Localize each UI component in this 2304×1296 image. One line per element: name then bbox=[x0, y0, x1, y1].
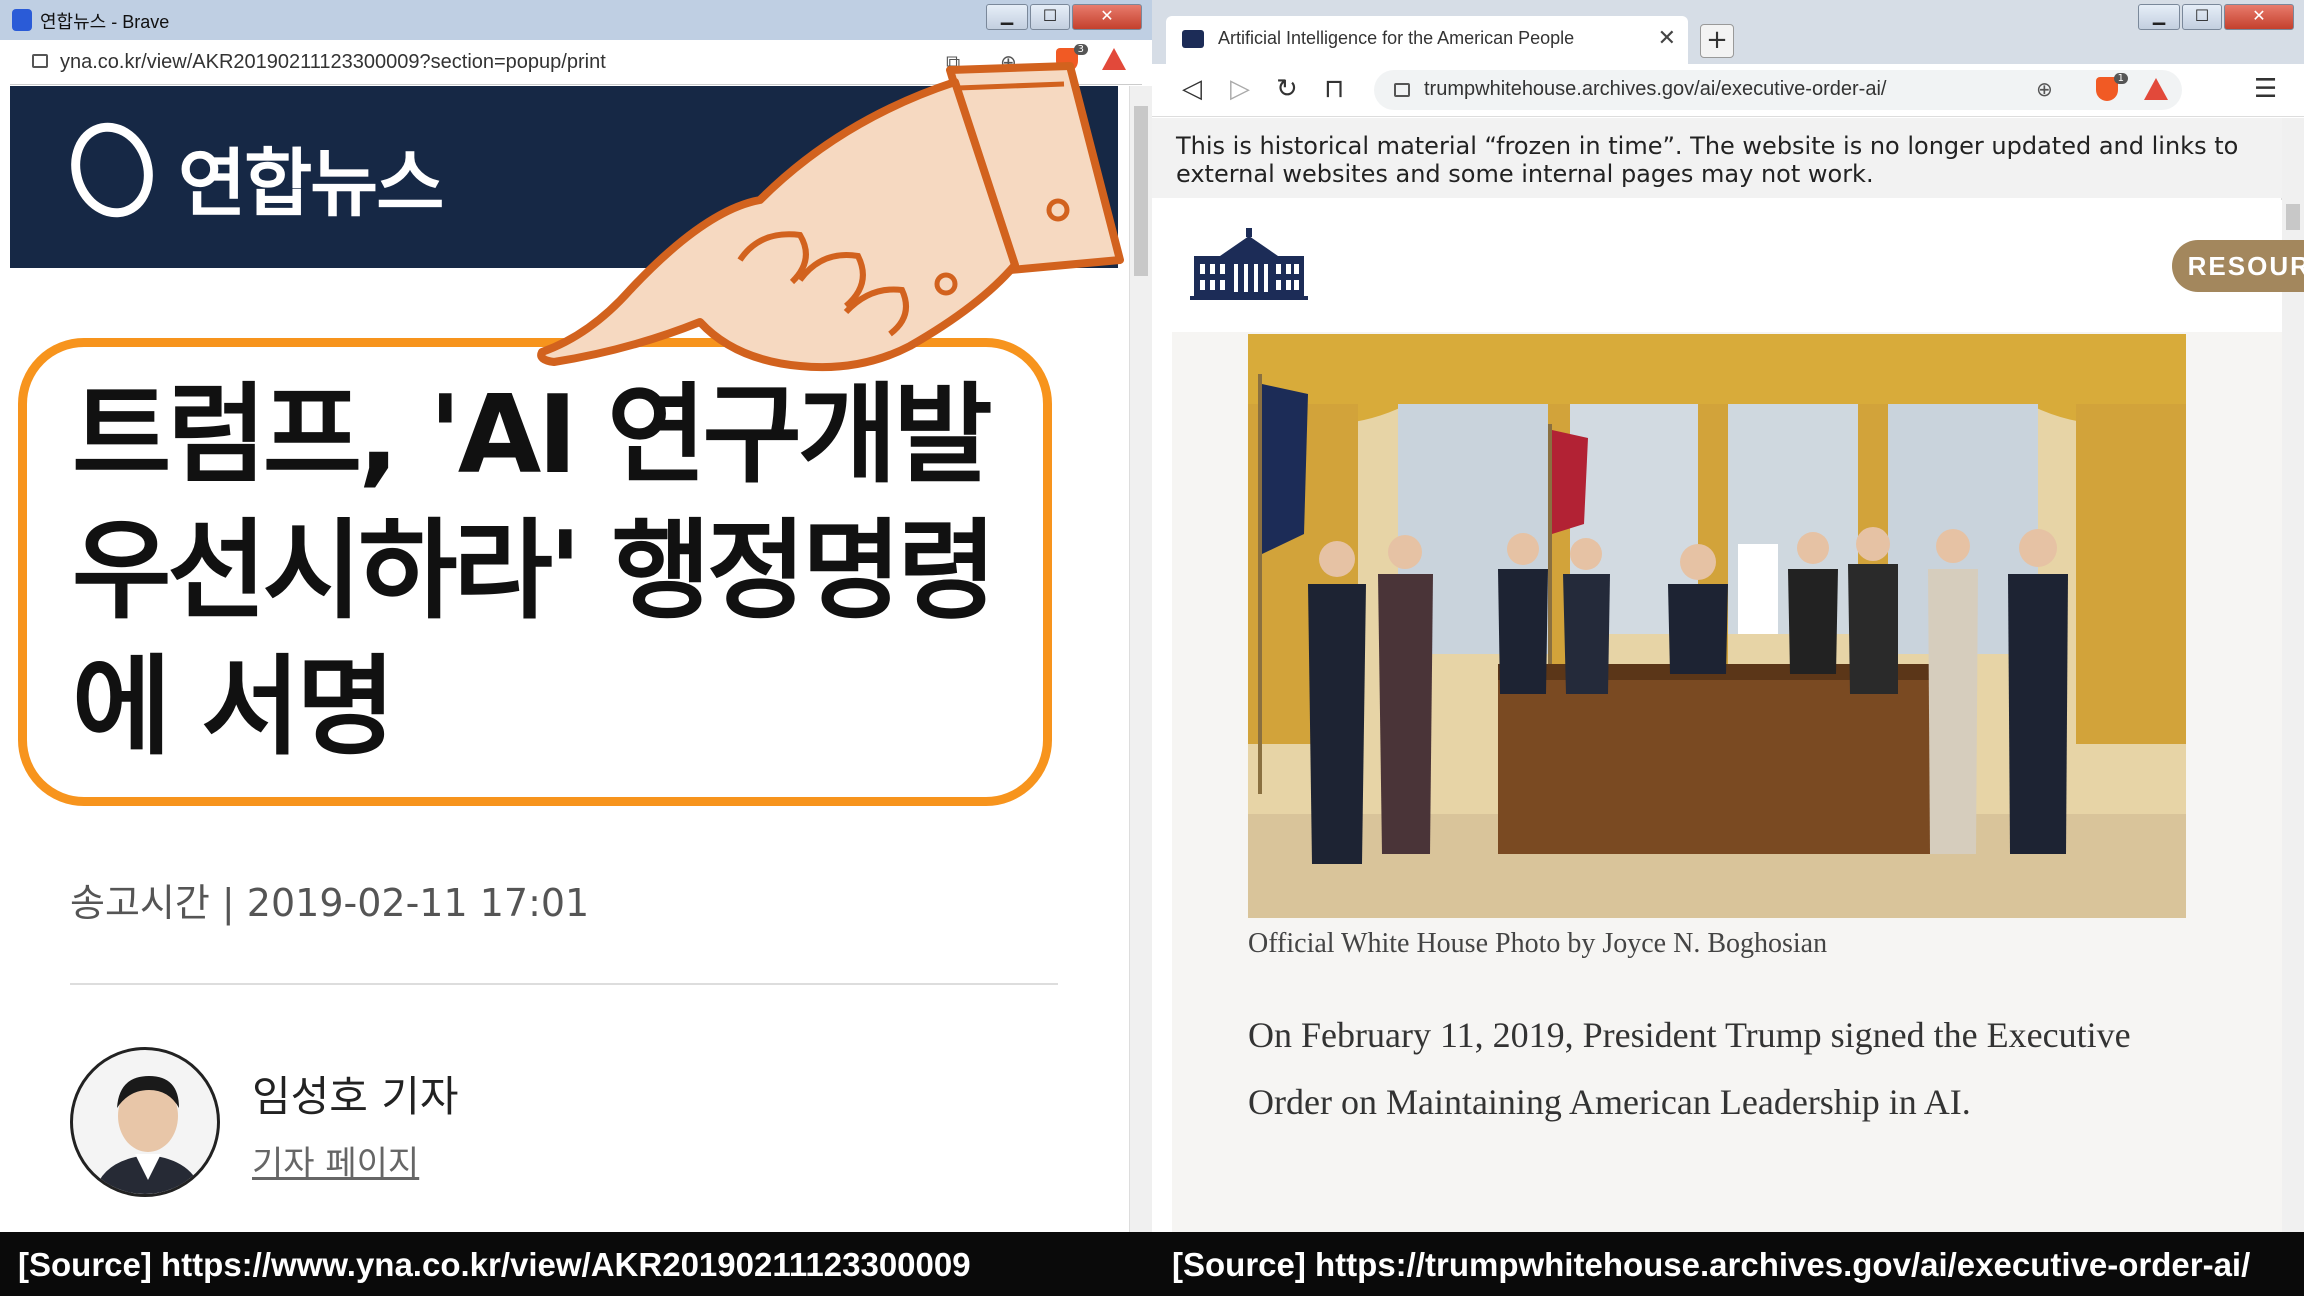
divider bbox=[70, 983, 1058, 985]
photo-caption: Official White House Photo by Joyce N. B… bbox=[1248, 928, 1828, 959]
yonhap-logo-text: 연합뉴스 bbox=[178, 141, 444, 227]
menu-icon[interactable]: ☰ bbox=[2254, 74, 2277, 104]
forward-icon[interactable]: ▷ bbox=[1230, 74, 1250, 104]
reload-icon[interactable]: ↻ bbox=[1276, 74, 1298, 104]
right-source-caption: [Source] https://trumpwhitehouse.archive… bbox=[1172, 1246, 2251, 1283]
left-source-caption: [Source] https://www.yna.co.kr/view/AKR2… bbox=[18, 1246, 971, 1283]
shield-count-badge: 3 bbox=[1073, 44, 1088, 55]
tab-close-icon[interactable]: ✕ bbox=[1658, 26, 1676, 51]
left-browser-window: 연합뉴스 - Brave ▁ ☐ ✕ yna.co.kr/view/AKR201… bbox=[0, 0, 1152, 1232]
left-titlebar: 연합뉴스 - Brave ▁ ☐ ✕ bbox=[0, 0, 1152, 40]
active-tab[interactable]: Artificial Intelligence for the American… bbox=[1166, 16, 1688, 64]
whitehouse-header: RESOURCES 🔗︎ bbox=[1172, 200, 2304, 333]
zoom-icon[interactable]: ⊕ bbox=[2036, 77, 2053, 101]
yonhap-logo-icon bbox=[59, 111, 165, 229]
whitehouse-favicon bbox=[1182, 30, 1204, 48]
resources-button[interactable]: RESOURCES bbox=[2172, 240, 2304, 292]
right-scroll-thumb[interactable] bbox=[2286, 204, 2300, 230]
pointing-hand-icon bbox=[537, 62, 1124, 372]
article-headline: 트럼프, 'AI 연구개발 우선시하라' 행정명령에 서명 bbox=[72, 373, 997, 770]
right-navbar: ◁ ▷ ↻ ⊓ trumpwhitehouse.archives.gov/ai/… bbox=[1152, 64, 2304, 117]
reporter-page-link[interactable]: 기자 페이지 bbox=[252, 1136, 419, 1185]
lock-icon bbox=[32, 54, 48, 68]
right-url-text[interactable]: trumpwhitehouse.archives.gov/ai/executiv… bbox=[1424, 78, 1886, 101]
reporter-name: 임성호 기자 bbox=[252, 1072, 459, 1121]
minimize-button[interactable]: ▁ bbox=[2138, 4, 2180, 30]
archive-notice-banner: This is historical material “frozen in t… bbox=[1152, 118, 2282, 198]
minimize-button[interactable]: ▁ bbox=[986, 4, 1028, 30]
article-body: On February 11, 2019, President Trump si… bbox=[1248, 1015, 2131, 1122]
left-scroll-thumb[interactable] bbox=[1134, 106, 1148, 276]
publish-time: 송고시간 | 2019-02-11 17:01 bbox=[70, 881, 590, 925]
new-tab-button[interactable]: + bbox=[1700, 24, 1734, 58]
right-browser-window: Artificial Intelligence for the American… bbox=[1152, 0, 2304, 1232]
article-content: Official White House Photo by Joyce N. B… bbox=[1172, 332, 2282, 1232]
right-tabstrip: Artificial Intelligence for the American… bbox=[1152, 0, 2304, 64]
left-scrollbar[interactable] bbox=[1129, 86, 1152, 1232]
brave-shield-icon[interactable]: 1 bbox=[2096, 73, 2128, 101]
tab-title: Artificial Intelligence for the American… bbox=[1218, 28, 1575, 48]
brave-rewards-icon[interactable] bbox=[2144, 78, 2168, 100]
oval-office-photo bbox=[1248, 334, 2186, 918]
whitehouse-logo-icon bbox=[1190, 228, 1308, 300]
maximize-button[interactable]: ☐ bbox=[2182, 4, 2222, 30]
back-icon[interactable]: ◁ bbox=[1182, 74, 1202, 104]
maximize-button[interactable]: ☐ bbox=[1030, 4, 1070, 30]
close-button[interactable]: ✕ bbox=[2224, 4, 2294, 30]
left-window-title: 연합뉴스 - Brave bbox=[40, 12, 170, 32]
lock-icon bbox=[1394, 83, 1410, 97]
bookmark-icon[interactable]: ⊓ bbox=[1324, 74, 1344, 104]
brave-app-icon bbox=[12, 9, 32, 31]
reporter-avatar bbox=[70, 1047, 220, 1197]
shield-count-badge: 1 bbox=[2113, 73, 2128, 84]
close-button[interactable]: ✕ bbox=[1072, 4, 1142, 30]
right-address-bar[interactable]: trumpwhitehouse.archives.gov/ai/executiv… bbox=[1374, 70, 2182, 110]
